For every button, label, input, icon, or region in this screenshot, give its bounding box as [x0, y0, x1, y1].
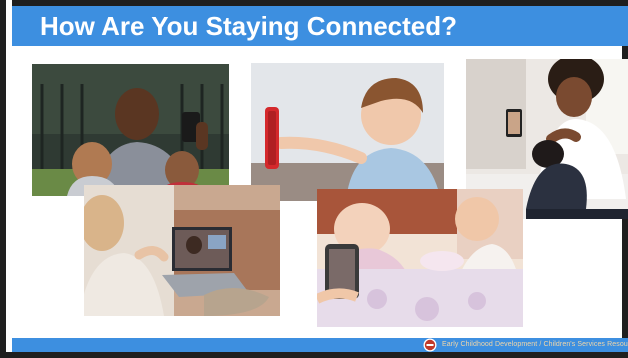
photo-father-kids-image — [32, 64, 229, 196]
photo-baby-bed-phone — [317, 189, 523, 327]
title-bar: How Are You Staying Connected? — [12, 6, 628, 46]
photo-baby-bed-image — [317, 189, 523, 327]
footer-text: Early Childhood Development / Children's… — [442, 341, 628, 348]
photo-toddler-image — [251, 63, 444, 201]
organization-logo-icon — [423, 338, 437, 352]
photo-toddler-red-phone — [251, 63, 444, 201]
photo-father-kids-selfie — [32, 64, 229, 196]
photo-woman-laptop — [84, 185, 280, 316]
photo-woman-laptop-image — [84, 185, 280, 316]
slide: How Are You Staying Connected? Early Chi… — [0, 0, 628, 358]
bottom-border — [6, 352, 628, 358]
slide-title: How Are You Staying Connected? — [40, 11, 458, 41]
